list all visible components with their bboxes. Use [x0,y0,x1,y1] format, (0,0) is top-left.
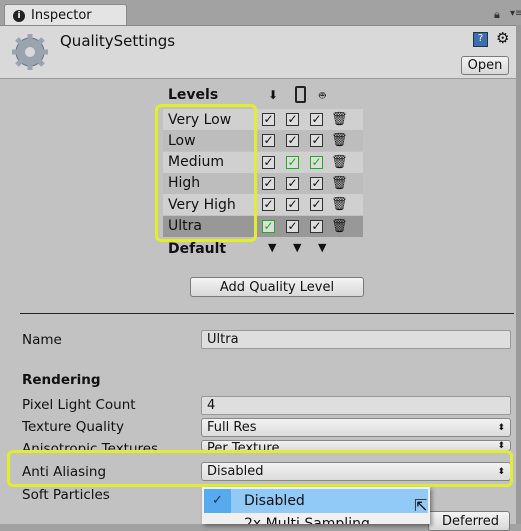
rendering-heading: Rendering [22,372,101,388]
texture-quality-dropdown[interactable]: Full Res [201,418,511,437]
platform-checkbox[interactable]: ✓ [310,155,323,169]
platform-checkbox[interactable]: ✓ [262,176,275,190]
levels-heading: Levels [168,87,219,103]
platform-checkbox[interactable]: ✓ [262,219,275,233]
name-input[interactable]: Ultra [201,330,511,349]
tab-inspector[interactable]: i Inspector [4,4,127,26]
levels-highlight [155,104,257,242]
trash-icon[interactable]: 🗑︎ [331,197,348,212]
add-quality-level-button[interactable]: Add Quality Level [190,277,364,297]
platform-checkbox[interactable]: ✓ [286,113,299,126]
name-label: Name [22,332,62,348]
pixel-light-count-input[interactable]: 4 [201,396,511,415]
default-dropdown-0[interactable]: ▼ [268,241,276,254]
info-icon: i [13,9,25,22]
platform-checkbox[interactable]: ✓ [286,198,299,212]
menu-icon[interactable]: ▾≡ [510,8,521,19]
help-icon[interactable]: ? [473,32,488,47]
menu-option-disabled[interactable]: ✓ Disabled [204,489,428,513]
tab-title: Inspector [31,8,92,23]
check-icon: ✓ [204,489,231,513]
trash-icon[interactable]: 🗑︎ [331,219,348,234]
mobile-icon [295,86,306,103]
menu-option-label: Disabled [244,493,305,509]
platform-checkbox[interactable]: ✓ [286,155,299,169]
texture-quality-label: Texture Quality [22,419,124,435]
platform-checkbox[interactable]: ✓ [310,134,323,148]
trash-icon[interactable]: 🗑︎ [331,155,348,170]
android-icon: 🤖︎ [319,89,326,102]
default-dropdown-2[interactable]: ▼ [318,241,326,254]
anti-aliasing-highlight [7,450,513,487]
settings-gear-icon[interactable]: ⚙ [496,29,509,47]
page-title: QualitySettings [60,32,176,50]
pixel-light-count-label: Pixel Light Count [22,397,136,413]
trash-icon[interactable]: 🗑︎ [331,133,348,148]
default-label: Default [168,241,227,257]
default-dropdown-1[interactable]: ▼ [293,241,301,254]
soft-particles-label: Soft Particles [22,487,110,503]
platform-checkbox[interactable]: ✓ [262,113,275,126]
platform-checkbox[interactable]: ✓ [286,176,299,190]
platform-checkbox[interactable]: ✓ [262,198,275,212]
platform-checkbox[interactable]: ✓ [286,219,299,233]
divider [20,313,514,314]
open-button[interactable]: Open [461,56,509,75]
platform-checkbox[interactable]: ✓ [310,176,323,190]
trash-icon[interactable]: 🗑︎ [331,176,348,191]
inspector-header: QualitySettings ? ⚙ Open [0,25,521,79]
lock-icon[interactable]: 🔒︎ [494,8,500,22]
platform-checkbox[interactable]: ✓ [310,219,323,233]
cursor-icon: ⇱ [414,496,428,515]
menu-option-2x[interactable]: 2x Multi Sampling [244,516,370,524]
platform-checkbox[interactable]: ✓ [262,134,275,148]
platform-checkbox[interactable]: ✓ [310,198,323,212]
deferred-button[interactable]: Deferred [428,511,510,531]
download-icon: ⬇ [268,88,279,102]
anti-aliasing-menu: ✓ Disabled 2x Multi Sampling [202,487,430,524]
gear-icon [12,34,48,70]
platform-checkbox[interactable]: ✓ [286,134,299,148]
scrollbar[interactable] [516,25,521,524]
platform-checkbox[interactable]: ✓ [310,113,323,126]
trash-icon[interactable]: 🗑︎ [331,112,348,127]
platform-checkbox[interactable]: ✓ [262,155,275,169]
